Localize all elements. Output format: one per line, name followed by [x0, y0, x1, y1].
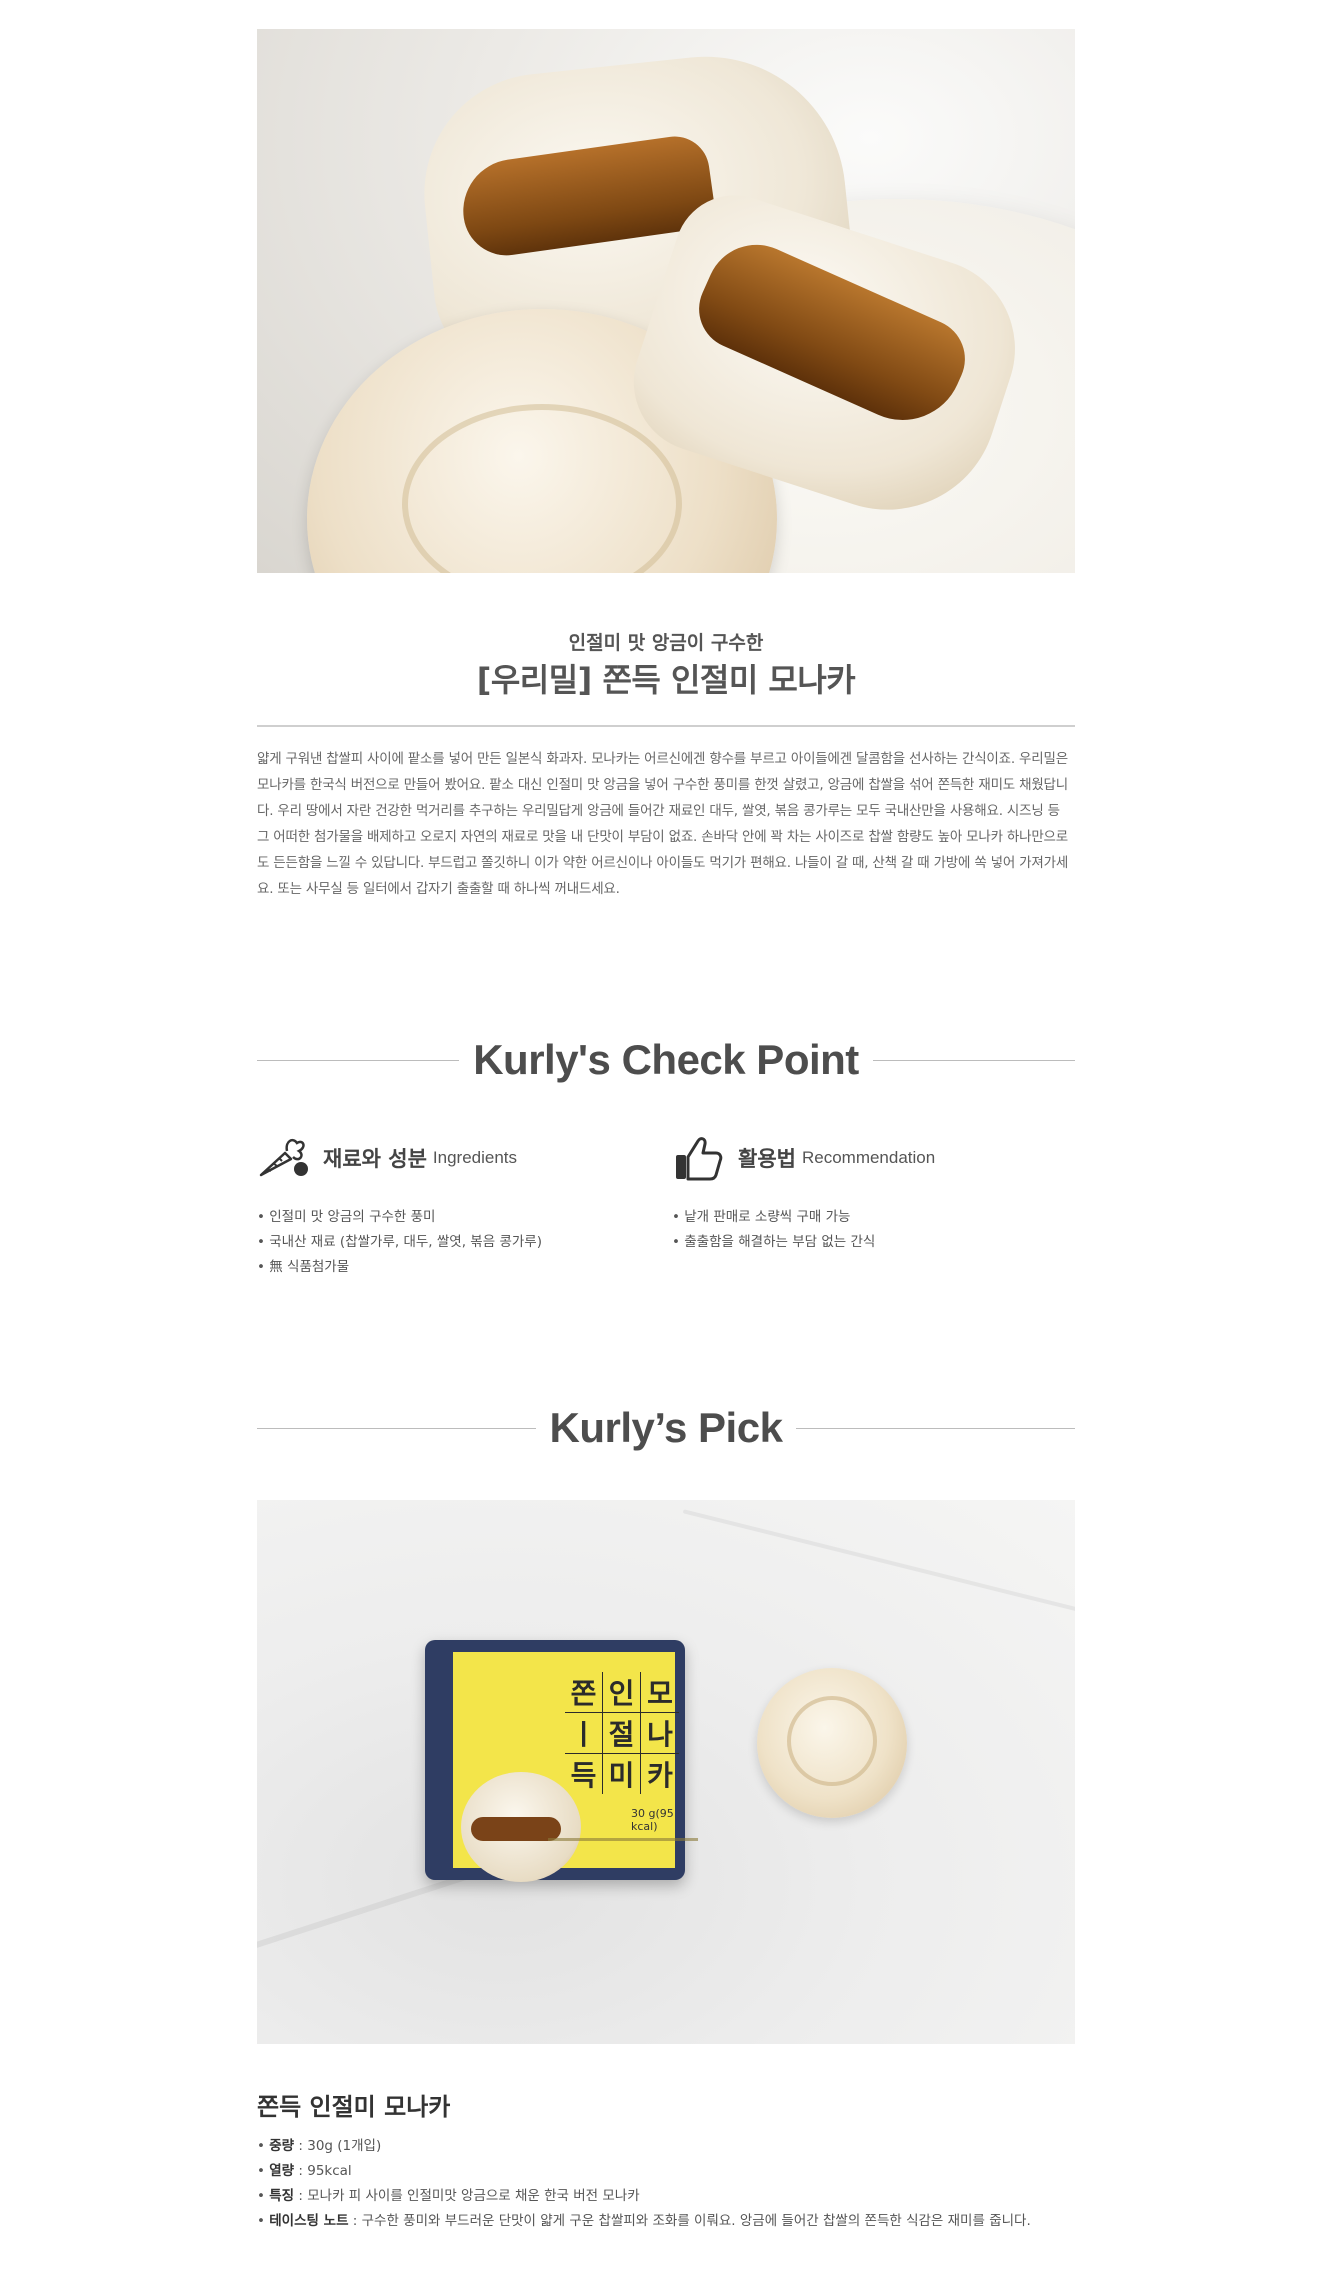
ingredients-list: • 인절미 맛 앙금의 구수한 풍미 • 국내산 재료 (찹쌀가루, 대두, 쌀…: [257, 1205, 657, 1280]
spec-calories: • 열량 : 95kcal: [257, 2163, 352, 2179]
package-char: 절: [603, 1713, 641, 1754]
ingredients-header: 재료와 성분 Ingredients: [257, 1133, 657, 1183]
spec-value: : 95kcal: [294, 2163, 352, 2179]
recommendation-title: 활용법: [738, 1147, 796, 1171]
kurlys-pick-title: Kurly’s Pick: [549, 1404, 783, 1451]
package-char: 인: [603, 1672, 641, 1713]
package-char: 미: [603, 1754, 641, 1794]
spec-label: 테이스팅 노트: [269, 2213, 349, 2229]
product-spec-list: • 중량 : 30g (1개입) • 열량 : 95kcal • 특징 : 모나…: [257, 2134, 1075, 2234]
loose-monaka: [757, 1668, 907, 1818]
heading-line-right: [796, 1427, 1075, 1429]
spec-label: 특징: [269, 2188, 295, 2204]
ingredients-section: 재료와 성분 Ingredients • 인절미 맛 앙금의 구수한 풍미 • …: [257, 1133, 657, 1280]
package-char: 쫀: [565, 1672, 603, 1713]
ingredients-title: 재료와 성분: [323, 1147, 427, 1171]
package-label: 쫀 인 모 ㅣ 절 나 득 미 카 30 g(95 kcal): [453, 1652, 698, 1882]
product-description: 얇게 구워낸 찹쌀피 사이에 팥소를 넣어 만든 일본식 화과자. 모나카는 어…: [257, 751, 1069, 897]
package-char: 나: [641, 1713, 679, 1754]
spec-value: : 모나카 피 사이를 인절미맛 앙금으로 채운 한국 버전 모나카: [294, 2188, 640, 2204]
divider: [257, 725, 1075, 727]
list-item: • 無 식품첨가물: [257, 1259, 350, 1275]
monaka-emboss: [787, 1696, 877, 1786]
package-char: 모: [641, 1672, 679, 1713]
spec-feature: • 특징 : 모나카 피 사이를 인절미맛 앙금으로 채운 한국 버전 모나카: [257, 2188, 640, 2204]
package-char: ㅣ: [565, 1713, 603, 1754]
check-point-title: Kurly's Check Point: [473, 1036, 859, 1083]
product-title: [우리밀] 쫀득 인절미 모나카: [476, 661, 856, 699]
heading-line-left: [257, 1427, 536, 1429]
recommendation-header: 활용법 Recommendation: [672, 1133, 1072, 1183]
ingredients-title-en: Ingredients: [432, 1148, 518, 1167]
package-char: 카: [647, 1759, 673, 1792]
spec-value: : 30g (1개입): [294, 2138, 382, 2154]
list-item: • 출출함을 해결하는 부담 없는 간식: [672, 1234, 876, 1250]
recommendation-title-en: Recommendation: [801, 1148, 936, 1167]
product-name: 쫀득 인절미 모나카: [257, 2093, 451, 2121]
marble-vein: [682, 1509, 1075, 1615]
product-subtitle: 인절미 맛 앙금이 구수한: [568, 632, 764, 654]
recommendation-section: 활용법 Recommendation • 낱개 판매로 소량씩 구매 가능 • …: [672, 1133, 1072, 1255]
package-char: 득: [565, 1754, 603, 1794]
hero-product-photo: [257, 29, 1075, 573]
list-item: • 낱개 판매로 소량씩 구매 가능: [672, 1209, 851, 1225]
product-package: 쫀 인 모 ㅣ 절 나 득 미 카 30 g(95 kcal): [425, 1640, 698, 1882]
kurlys-pick-heading: Kurly’s Pick: [257, 1398, 1075, 1458]
spec-value: : 구수한 풍미와 부드러운 단맛이 얇게 구운 찹쌀피와 조화를 이뤄요. 앙…: [348, 2213, 1031, 2229]
package-fine-print: [548, 1838, 698, 1841]
spec-tasting-note: • 테이스팅 노트 : 구수한 풍미와 부드러운 단맛이 얇게 구운 찹쌀피와 …: [257, 2213, 1031, 2229]
package-title-grid: 쫀 인 모 ㅣ 절 나 득 미 카: [565, 1672, 679, 1794]
thumbs-up-icon: [672, 1133, 724, 1183]
check-point-heading: Kurly's Check Point: [257, 1030, 1075, 1090]
heading-line-left: [257, 1059, 460, 1061]
carrot-herb-icon: [257, 1133, 309, 1183]
spec-label: 중량: [269, 2138, 295, 2154]
pick-product-photo: 쫀 인 모 ㅣ 절 나 득 미 카 30 g(95 kcal): [257, 1500, 1075, 2044]
spec-label: 열량: [269, 2163, 295, 2179]
spec-weight: • 중량 : 30g (1개입): [257, 2138, 382, 2154]
package-weight: 30 g(95 kcal): [631, 1807, 674, 1833]
list-item: • 인절미 맛 앙금의 구수한 풍미: [257, 1209, 436, 1225]
list-item: • 국내산 재료 (찹쌀가루, 대두, 쌀엿, 볶음 콩가루): [257, 1234, 542, 1250]
heading-line-right: [872, 1059, 1075, 1061]
monaka-emboss: [402, 404, 682, 573]
recommendation-list: • 낱개 판매로 소량씩 구매 가능 • 출출함을 해결하는 부담 없는 간식: [672, 1205, 1072, 1255]
